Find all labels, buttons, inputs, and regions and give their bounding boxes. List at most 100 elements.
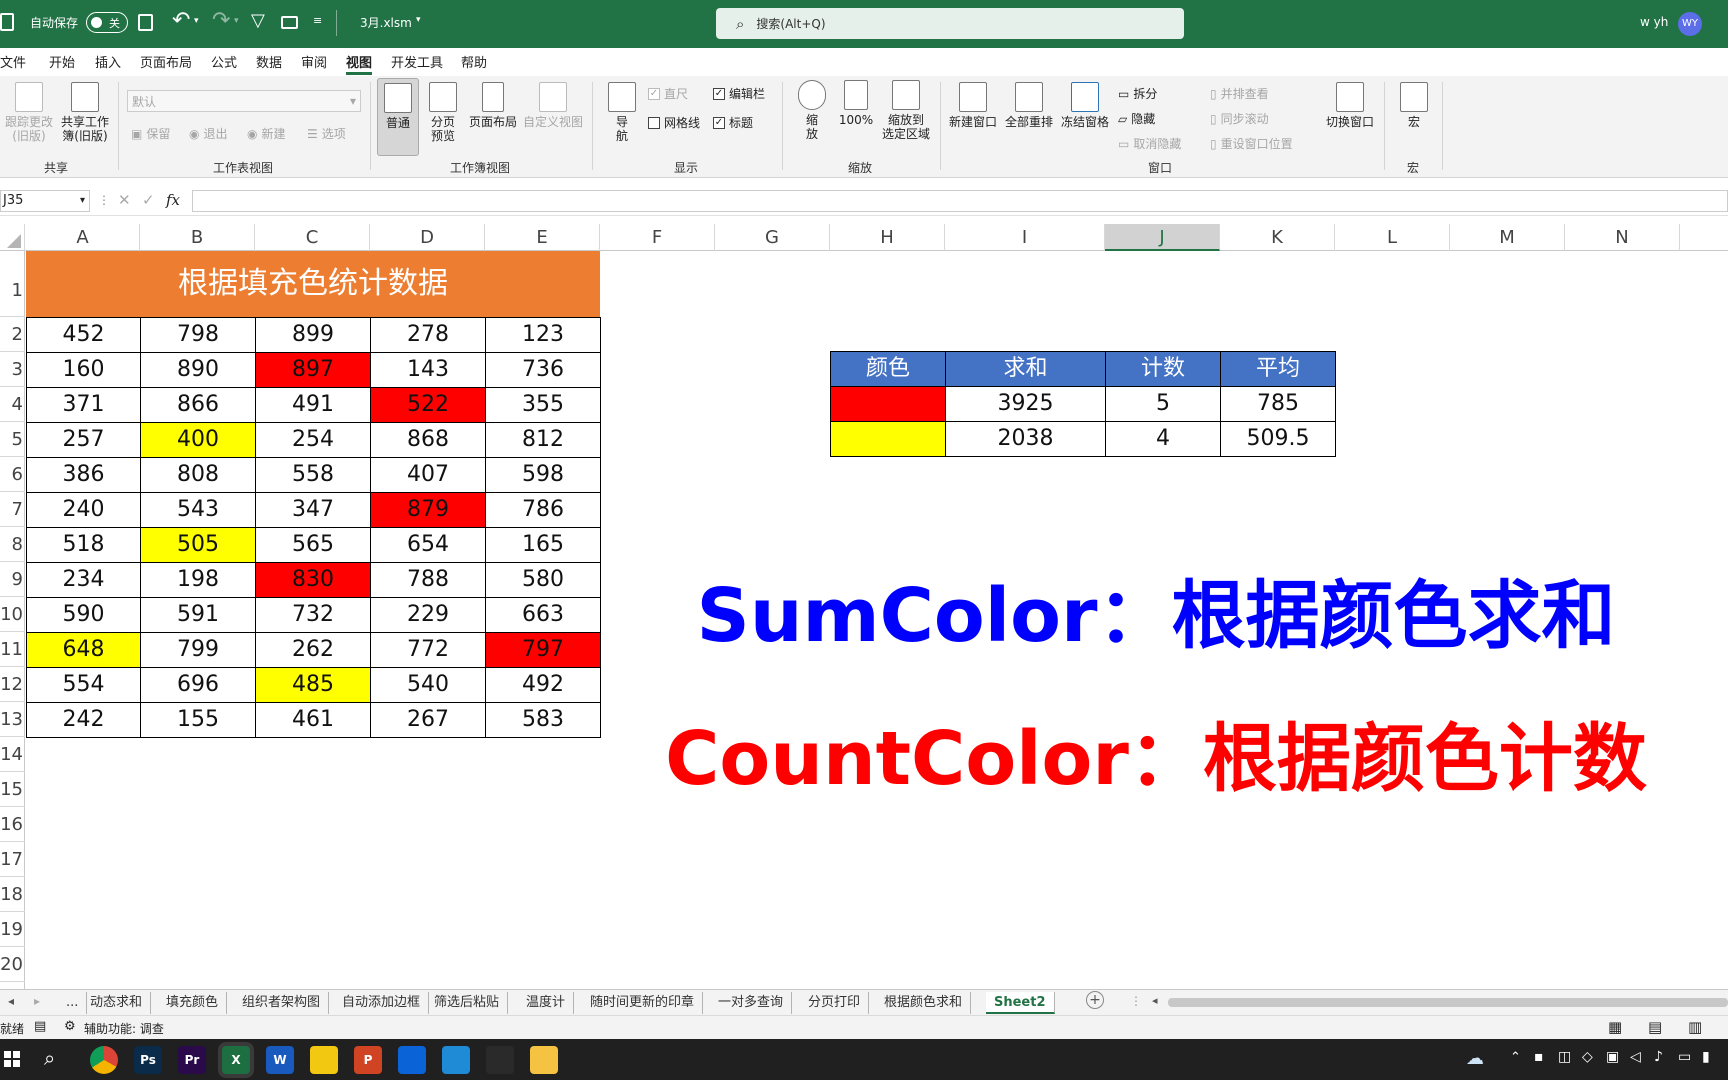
- table-cell[interactable]: 485: [255, 667, 371, 703]
- browser-q-icon[interactable]: [442, 1046, 470, 1074]
- share-workbook-button[interactable]: 共享工作 簿(旧版): [58, 82, 112, 143]
- summary-count-cell[interactable]: 4: [1105, 421, 1221, 457]
- table-cell[interactable]: 155: [140, 702, 256, 738]
- table-cell[interactable]: 267: [370, 702, 486, 738]
- volume-icon[interactable]: ◁: [1630, 1049, 1641, 1065]
- qq-icon[interactable]: [486, 1046, 514, 1074]
- table-cell[interactable]: 654: [370, 527, 486, 563]
- table-cell[interactable]: 229: [370, 597, 486, 633]
- sheet-tab[interactable]: 动态求和: [82, 992, 152, 1014]
- sheet-tab[interactable]: 温度计: [518, 992, 575, 1014]
- table-cell[interactable]: 558: [255, 457, 371, 493]
- arrange-all-button[interactable]: 全部重排: [1002, 82, 1056, 129]
- chevron-up-icon[interactable]: ⌃: [1510, 1050, 1521, 1065]
- table-cell[interactable]: 899: [255, 317, 371, 353]
- chrome-icon[interactable]: [90, 1046, 118, 1074]
- table-cell[interactable]: 242: [26, 702, 141, 738]
- options-button[interactable]: ☰ 选项: [307, 125, 346, 142]
- page-break-preview-button[interactable]: 分页 预览: [423, 82, 463, 143]
- camera-icon[interactable]: [281, 16, 298, 29]
- sheet-view-dropdown[interactable]: 默认 ▾: [127, 90, 361, 112]
- table-cell[interactable]: 598: [485, 457, 601, 493]
- summary-sum-cell[interactable]: 2038: [945, 421, 1106, 457]
- row-header[interactable]: 7: [0, 492, 25, 527]
- table-cell[interactable]: 491: [255, 387, 371, 423]
- row-header[interactable]: 3: [0, 352, 25, 387]
- scroll-left-icon[interactable]: ◂: [8, 994, 14, 1008]
- search-icon[interactable]: ⌕: [44, 1046, 55, 1070]
- ruler-checkbox[interactable]: ✓ 直尺: [648, 85, 688, 102]
- sheet-tab[interactable]: 根据颜色求和: [876, 992, 972, 1014]
- table-cell[interactable]: 830: [255, 562, 371, 598]
- row-header[interactable]: 18: [0, 877, 25, 912]
- tab-file[interactable]: 文件: [0, 52, 26, 71]
- photoshop-icon[interactable]: Ps: [134, 1046, 162, 1074]
- excel-icon[interactable]: X: [222, 1046, 250, 1074]
- row-header[interactable]: 19: [0, 912, 25, 947]
- avatar[interactable]: WY: [1678, 12, 1702, 36]
- table-cell[interactable]: 772: [370, 632, 486, 668]
- new-window-button[interactable]: 新建窗口: [946, 82, 1000, 129]
- undo-dropdown-icon[interactable]: ▾: [194, 16, 199, 26]
- table-cell[interactable]: 198: [140, 562, 256, 598]
- column-header-D[interactable]: D: [370, 224, 485, 251]
- sheet-tab[interactable]: 一对多查询: [710, 992, 793, 1014]
- row-header[interactable]: 5: [0, 422, 25, 457]
- reset-position-button[interactable]: ▯ 重设窗口位置: [1210, 135, 1293, 152]
- table-cell[interactable]: 696: [140, 667, 256, 703]
- row-header[interactable]: 12: [0, 667, 25, 702]
- word-icon[interactable]: W: [266, 1046, 294, 1074]
- table-cell[interactable]: 736: [485, 352, 601, 388]
- tray-icon[interactable]: ◫: [1558, 1049, 1571, 1065]
- row-header[interactable]: 20: [0, 947, 25, 982]
- summary-color-swatch[interactable]: [830, 421, 946, 457]
- zoom-100-button[interactable]: 100%: [836, 80, 876, 127]
- accessibility-icon[interactable]: ⚙: [64, 1019, 76, 1034]
- summary-header[interactable]: 求和: [945, 351, 1106, 387]
- worksheet-grid[interactable]: 根据填充色统计数据 452 798 899 278 123 160 890 897 143 736…: [26, 251, 1728, 991]
- shield-icon[interactable]: ◇: [1582, 1049, 1593, 1065]
- normal-view-icon[interactable]: ▦: [1608, 1018, 1622, 1036]
- unhide-button[interactable]: ▭ 取消隐藏: [1118, 135, 1181, 152]
- table-cell[interactable]: 583: [485, 702, 601, 738]
- speaker-icon[interactable]: ♪: [1654, 1049, 1663, 1065]
- row-header[interactable]: 14: [0, 737, 25, 772]
- sheet-tab[interactable]: 分页打印: [800, 992, 870, 1014]
- table-cell[interactable]: 386: [26, 457, 141, 493]
- table-cell[interactable]: 257: [26, 422, 141, 458]
- cancel-icon[interactable]: ✕: [118, 191, 131, 209]
- redo-dropdown-icon[interactable]: ▾: [234, 16, 239, 26]
- tab-insert[interactable]: 插入: [95, 52, 121, 71]
- new-view-button[interactable]: ◉ 新建: [247, 125, 286, 142]
- row-header[interactable]: 6: [0, 457, 25, 492]
- custom-views-button[interactable]: 自定义视图: [521, 82, 585, 129]
- row-header[interactable]: 15: [0, 772, 25, 807]
- tab-data[interactable]: 数据: [256, 52, 282, 71]
- keep-button[interactable]: ▣ 保留: [131, 125, 170, 142]
- hscroll-left-icon[interactable]: ◂: [1152, 994, 1158, 1007]
- summary-header[interactable]: 计数: [1105, 351, 1221, 387]
- table-cell[interactable]: 160: [26, 352, 141, 388]
- save-icon[interactable]: [138, 14, 153, 31]
- summary-color-swatch[interactable]: [830, 386, 946, 422]
- switch-windows-button[interactable]: 切换窗口: [1322, 82, 1378, 129]
- table-cell[interactable]: 347: [255, 492, 371, 528]
- row-header[interactable]: 8: [0, 527, 25, 562]
- table-cell[interactable]: 452: [26, 317, 141, 353]
- table-cell[interactable]: 786: [485, 492, 601, 528]
- table-title[interactable]: 根据填充色统计数据: [26, 251, 600, 317]
- row-header[interactable]: 10: [0, 597, 25, 632]
- table-cell[interactable]: 518: [26, 527, 141, 563]
- table-cell[interactable]: 866: [140, 387, 256, 423]
- scroll-right-icon[interactable]: ▸: [34, 994, 40, 1008]
- track-changes-button[interactable]: 跟踪更改 (旧版): [2, 82, 56, 143]
- row-header[interactable]: 11: [0, 632, 25, 667]
- row-header[interactable]: 16: [0, 807, 25, 842]
- exit-button[interactable]: ◉ 退出: [189, 125, 228, 142]
- customize-toolbar-icon[interactable]: ≡: [313, 14, 322, 27]
- table-cell[interactable]: 461: [255, 702, 371, 738]
- macros-button[interactable]: 宏: [1392, 82, 1436, 129]
- column-header-N[interactable]: N: [1565, 224, 1680, 251]
- table-cell[interactable]: 663: [485, 597, 601, 633]
- table-cell[interactable]: 798: [140, 317, 256, 353]
